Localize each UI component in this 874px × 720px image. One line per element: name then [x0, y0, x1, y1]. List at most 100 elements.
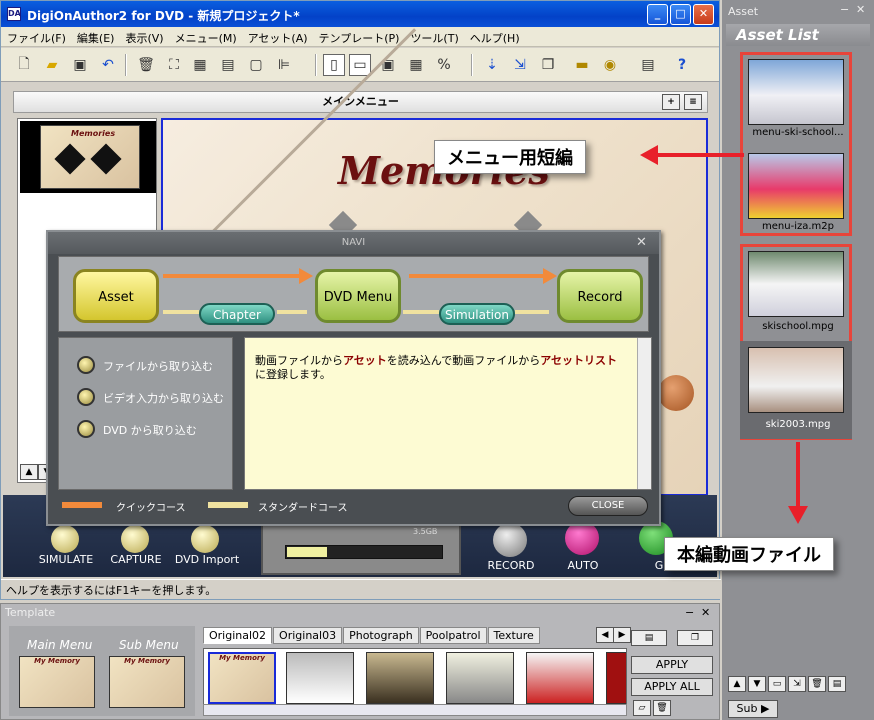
layout-strip-icon[interactable]: ▭ — [349, 54, 371, 76]
asset-thumb-menu-iza[interactable] — [748, 153, 844, 219]
settings-panel-icon[interactable]: ▤ — [637, 54, 659, 76]
menu-asset[interactable]: アセット(A) — [242, 27, 313, 46]
grid-icon[interactable]: ▦ — [189, 54, 211, 76]
trash-icon[interactable]: 🗑 — [135, 54, 157, 76]
page-list-icon[interactable]: ≡ — [684, 94, 702, 110]
asset-thumb-skischool[interactable] — [748, 251, 844, 317]
folder-icon[interactable]: ▱ — [633, 700, 651, 716]
capacity-gauge: 3.5GB — [261, 523, 461, 575]
menu-help[interactable]: ヘルプ(H) — [464, 27, 525, 46]
import-dvd-radio[interactable] — [77, 420, 95, 438]
asset-info-icon[interactable]: ▤ — [828, 676, 846, 692]
tab-original03[interactable]: Original03 — [273, 627, 343, 644]
layout-vertical-icon[interactable]: ▯ — [323, 54, 345, 76]
sub-menu-template-slot[interactable]: My Memory — [109, 656, 185, 708]
ungroup-icon[interactable]: ▢ — [245, 54, 267, 76]
template-item[interactable] — [606, 652, 626, 704]
navi-close-button[interactable]: CLOSE — [568, 496, 648, 516]
tab-next-icon[interactable]: ▶ — [613, 627, 631, 643]
auto-icon[interactable] — [565, 521, 599, 555]
tab-photograph[interactable]: Photograph — [343, 627, 419, 644]
template-item[interactable] — [526, 652, 594, 704]
link-icon[interactable]: ⇲ — [509, 54, 531, 76]
apply-all-button[interactable]: APPLY ALL — [631, 678, 713, 696]
import-file-label[interactable]: ファイルから取り込む — [103, 358, 213, 374]
step-record-button[interactable]: Record — [557, 269, 643, 323]
import-dvd-label[interactable]: DVD から取り込む — [103, 422, 197, 438]
import-video-radio[interactable] — [77, 388, 95, 406]
panel-minimize-icon[interactable]: − — [840, 3, 849, 16]
sub-button[interactable]: Sub ▶ — [728, 700, 778, 718]
minimize-button[interactable]: _ — [647, 4, 668, 25]
apply-button[interactable]: APPLY — [631, 656, 713, 674]
record-icon[interactable] — [493, 523, 527, 557]
menu-menu[interactable]: メニュー(M) — [169, 27, 242, 46]
panel-close-icon[interactable]: ✕ — [701, 606, 710, 619]
capture-light-icon[interactable] — [121, 525, 149, 553]
template-item[interactable] — [446, 652, 514, 704]
delete-asset-icon[interactable]: 🗑 — [808, 676, 826, 692]
import-file-radio[interactable] — [77, 356, 95, 374]
drive-icon[interactable]: ▬ — [571, 54, 593, 76]
close-button[interactable]: ✕ — [693, 4, 714, 25]
group-icon[interactable]: ▤ — [217, 54, 239, 76]
preview-icon[interactable]: ▭ — [768, 676, 786, 692]
window-view-icon[interactable]: ❐ — [677, 630, 713, 646]
table-icon[interactable]: ▦ — [405, 54, 427, 76]
scroll-up-icon[interactable]: ▲ — [20, 464, 38, 480]
open-folder-icon[interactable]: ▰ — [41, 54, 63, 76]
step-dvd-menu-button[interactable]: DVD Menu — [315, 269, 401, 323]
save-icon[interactable]: ▣ — [69, 54, 91, 76]
asset-thumb-ski2003[interactable] — [748, 347, 844, 413]
align-icon[interactable]: ⊫ — [273, 54, 295, 76]
menu-file[interactable]: ファイル(F) — [1, 27, 71, 46]
standard-arrow — [403, 310, 439, 314]
import-asset-icon[interactable]: ⇲ — [788, 676, 806, 692]
capture-button[interactable]: CAPTURE — [101, 553, 171, 566]
template-item[interactable] — [286, 652, 354, 704]
asset-thumb-menu-ski-school[interactable] — [748, 59, 844, 125]
dvd-import-light-icon[interactable] — [191, 525, 219, 553]
step-simulation-button[interactable]: Simulation — [439, 303, 515, 325]
dvd-import-button[interactable]: DVD Import — [169, 553, 245, 566]
menu-template[interactable]: テンプレート(P) — [313, 27, 405, 46]
gallery-scrollbar[interactable] — [203, 704, 627, 716]
maximize-button[interactable]: □ — [670, 4, 691, 25]
record-button[interactable]: RECORD — [481, 559, 541, 572]
move-up-icon[interactable]: ▲ — [728, 676, 746, 692]
menu-edit[interactable]: 編集(E) — [71, 27, 120, 46]
step-asset-button[interactable]: Asset — [73, 269, 159, 323]
page-thumbnail[interactable]: Memories — [20, 121, 156, 193]
main-menu-template-slot[interactable]: My Memory — [19, 656, 95, 708]
template-item[interactable]: My Memory — [208, 652, 276, 704]
main-video-group: skischool.mpg ski2003.mpg — [740, 244, 852, 440]
template-item[interactable] — [366, 652, 434, 704]
simulate-light-icon[interactable] — [51, 525, 79, 553]
navi-close-icon[interactable]: ✕ — [636, 232, 647, 254]
new-file-icon[interactable]: 🗋 — [13, 54, 35, 76]
info-scrollbar[interactable] — [637, 338, 651, 489]
add-page-icon[interactable]: + — [662, 94, 680, 110]
move-down-icon[interactable]: ▼ — [748, 676, 766, 692]
tab-poolpatrol[interactable]: Poolpatrol — [419, 627, 487, 644]
auto-button[interactable]: AUTO — [553, 559, 613, 572]
undo-icon[interactable]: ↶ — [97, 54, 119, 76]
fit-icon[interactable]: ⛶ — [163, 54, 185, 76]
tab-texture[interactable]: Texture — [487, 627, 540, 644]
disc-icon[interactable]: ◉ — [599, 54, 621, 76]
layers-icon[interactable]: ❐ — [537, 54, 559, 76]
panel-minimize-icon[interactable]: − — [685, 606, 694, 619]
panel-close-icon[interactable]: ✕ — [856, 3, 865, 16]
import-video-label[interactable]: ビデオ入力から取り込む — [103, 390, 224, 406]
tab-prev-icon[interactable]: ◀ — [596, 627, 614, 643]
tab-original02[interactable]: Original02 — [203, 627, 273, 644]
import-icon[interactable]: ⇣ — [481, 54, 503, 76]
list-view-icon[interactable]: ▤ — [631, 630, 667, 646]
delete-template-icon[interactable]: 🗑 — [653, 700, 671, 716]
percent-icon[interactable]: % — [433, 54, 455, 76]
step-chapter-button[interactable]: Chapter — [199, 303, 275, 325]
menu-view[interactable]: 表示(V) — [119, 27, 168, 46]
help-icon[interactable]: ? — [671, 54, 693, 76]
simulate-button[interactable]: SIMULATE — [31, 553, 101, 566]
canvas-coin-image[interactable] — [658, 375, 694, 411]
